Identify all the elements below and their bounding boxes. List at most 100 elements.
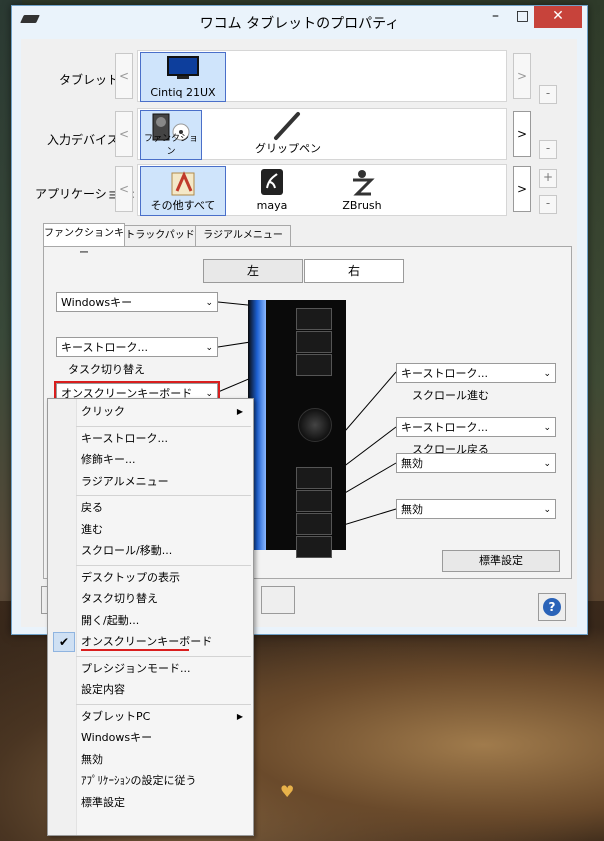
touch-ring-icon <box>298 408 332 442</box>
menu-item[interactable]: 無効 <box>48 750 253 770</box>
menu-item-label: オンスクリーンキーボード <box>81 635 213 648</box>
close-button[interactable]: ✕ <box>534 6 582 28</box>
left-key-1-select[interactable]: Windowsキー ⌄ <box>56 292 218 312</box>
checkmark-icon: ✔ <box>53 632 75 652</box>
tablet-strip: Cintiq 21UX <box>137 50 507 102</box>
express-key-1 <box>296 308 332 330</box>
menu-item[interactable]: ｱﾌﾟﾘｹｰｼｮﾝの設定に従う <box>48 771 253 791</box>
input-grip-pen-label: グリップペン <box>255 142 321 155</box>
menu-item-label: 開く/起動... <box>81 613 140 627</box>
menu-item[interactable]: キーストローク... <box>48 429 253 449</box>
tablet-prev-button[interactable]: < <box>115 53 133 99</box>
right-key-2-value: キーストローク... <box>401 421 488 434</box>
input-device-label: 入力デバイス: <box>47 133 123 147</box>
menu-item-label: 無効 <box>81 752 103 766</box>
menu-item-label: スクロール/移動... <box>81 544 173 557</box>
left-key-2-value: キーストローク... <box>61 341 148 354</box>
title-bar: ワコム タブレットのプロパティ – □ ✕ <box>12 6 587 36</box>
input-function-tile[interactable]: ファンクション <box>140 110 202 160</box>
tablet-remove-button[interactable]: - <box>539 85 557 104</box>
express-key-5 <box>296 490 332 512</box>
input-grip-pen-tile[interactable]: グリップペン <box>238 110 338 158</box>
menu-item[interactable]: 標準設定 <box>48 793 253 813</box>
menu-item-label: ラジアルメニュー <box>81 474 169 488</box>
menu-item-label: タスク切り替え <box>81 592 158 605</box>
input-remove-button[interactable]: - <box>539 140 557 159</box>
menu-item[interactable]: タスク切り替え <box>48 589 253 609</box>
menu-item-label: ｱﾌﾟﾘｹｰｼｮﾝの設定に従う <box>81 774 197 787</box>
menu-item[interactable]: ラジアルメニュー <box>48 472 253 492</box>
pen-icon <box>274 112 300 140</box>
express-key-4 <box>296 467 332 489</box>
right-key-1-select[interactable]: キーストローク... ⌄ <box>396 363 556 383</box>
menu-separator <box>76 425 251 427</box>
menu-item[interactable]: 開く/起動... <box>48 611 253 631</box>
tablet-next-button[interactable]: > <box>513 53 531 99</box>
selected-item-underline <box>81 649 189 651</box>
tab-radial-menu[interactable]: ラジアルメニュー <box>195 225 291 246</box>
menu-item[interactable]: 設定内容 <box>48 680 253 700</box>
app-zbrush-tile[interactable]: ZBrush <box>320 166 404 214</box>
app-all-others-tile[interactable]: その他すべて <box>140 166 226 216</box>
chevron-down-icon: ⌄ <box>543 369 551 379</box>
menu-item[interactable]: タブレットPC ▶ <box>48 707 253 727</box>
minimize-button[interactable]: – <box>482 6 509 28</box>
left-key-2-description: タスク切り替え <box>68 363 145 376</box>
left-key-2-select[interactable]: キーストローク... ⌄ <box>56 337 218 357</box>
menu-item[interactable]: クリック ▶ <box>48 402 253 422</box>
menu-item-label: Windowsキー <box>81 731 153 744</box>
menu-item-label: 設定内容 <box>81 683 125 696</box>
express-key-7 <box>296 536 332 558</box>
menu-item[interactable]: プレシジョンモード... <box>48 659 253 679</box>
heart-icon: ♥ <box>280 782 295 801</box>
right-key-1-value: キーストローク... <box>401 367 488 380</box>
submenu-arrow-icon: ▶ <box>236 407 243 416</box>
app-prev-button[interactable]: < <box>115 166 133 212</box>
zbrush-icon <box>353 170 375 196</box>
tablet-graphic <box>248 300 346 558</box>
menu-separator <box>76 655 251 657</box>
tab-trackpad[interactable]: トラックパッド <box>124 225 196 246</box>
express-key-6 <box>296 513 332 535</box>
right-key-4-select[interactable]: 無効 ⌄ <box>396 499 556 519</box>
maya-icon <box>261 169 283 195</box>
right-key-3-select[interactable]: 無効 ⌄ <box>396 453 556 473</box>
menu-item[interactable]: 修飾キー... <box>48 450 253 470</box>
menu-item-label: 修飾キー... <box>81 453 136 466</box>
app-next-button[interactable]: > <box>513 166 531 212</box>
app-all-others-label: その他すべて <box>150 199 216 212</box>
menu-item[interactable]: 戻る <box>48 498 253 518</box>
menu-item[interactable]: スクロール/移動... <box>48 541 253 561</box>
all-apps-icon <box>171 171 195 196</box>
help-button[interactable]: ? <box>538 593 566 621</box>
menu-item-label: 戻る <box>81 501 103 514</box>
menu-item[interactable]: オンスクリーンキーボード ✔ <box>48 632 253 652</box>
left-key-1-value: Windowsキー <box>61 296 133 309</box>
menu-item[interactable]: 進む <box>48 520 253 540</box>
menu-item-label: プレシジョンモード... <box>81 661 191 675</box>
menu-separator <box>76 703 251 705</box>
menu-item[interactable]: デスクトップの表示 <box>48 568 253 588</box>
panel-default-button[interactable]: 標準設定 <box>442 550 560 572</box>
app-remove-button[interactable]: - <box>539 195 557 214</box>
application-strip: その他すべて maya ZBrush <box>137 164 507 216</box>
maximize-button[interactable]: □ <box>509 6 536 28</box>
app-maya-tile[interactable]: maya <box>230 166 314 214</box>
menu-item-label: クリック <box>81 405 125 418</box>
tab-function-keys[interactable]: ファンクションキー <box>43 223 125 259</box>
input-device-strip: ファンクション グリップペン <box>137 108 507 160</box>
menu-item[interactable]: Windowsキー <box>48 728 253 748</box>
app-zbrush-label: ZBrush <box>342 199 382 212</box>
chevron-down-icon: ⌄ <box>543 505 551 515</box>
input-next-button[interactable]: > <box>513 111 531 157</box>
tablet-cintiq-tile[interactable]: Cintiq 21UX <box>140 52 226 102</box>
input-prev-button[interactable]: < <box>115 111 133 157</box>
tablet-label: タブレット: <box>59 73 124 87</box>
right-key-3-value: 無効 <box>401 457 423 470</box>
bottom-button-right[interactable] <box>261 586 295 614</box>
app-add-button[interactable]: + <box>539 169 557 188</box>
right-key-2-select[interactable]: キーストローク... ⌄ <box>396 417 556 437</box>
monitor-icon <box>167 56 199 79</box>
menu-item-label: キーストローク... <box>81 431 168 445</box>
submenu-arrow-icon: ▶ <box>236 711 243 721</box>
